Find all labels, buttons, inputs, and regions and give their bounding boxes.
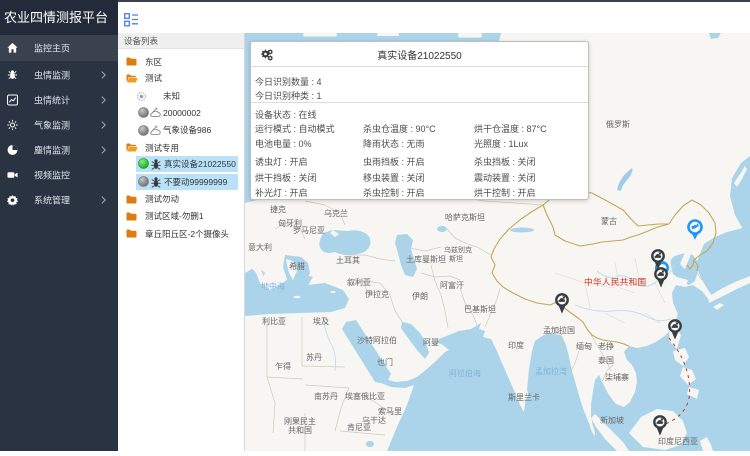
svg-text:新加坡: 新加坡 — [600, 415, 624, 425]
svg-text:意大利: 意大利 — [248, 242, 272, 252]
svg-text:阿拉伯海: 阿拉伯海 — [449, 368, 481, 378]
svg-text:柒埔寨: 柒埔寨 — [605, 372, 629, 382]
svg-text:蒙古: 蒙古 — [601, 216, 617, 226]
svg-text:南苏丹: 南苏丹 — [314, 391, 338, 401]
svg-text:泰国: 泰国 — [598, 355, 614, 365]
svg-text:刚果民主: 刚果民主 — [284, 416, 316, 426]
svg-text:缅甸: 缅甸 — [576, 341, 592, 351]
svg-text:哈萨克斯坦: 哈萨克斯坦 — [445, 212, 485, 222]
svg-text:伊朗: 伊朗 — [412, 291, 428, 301]
svg-text:乌克兰: 乌克兰 — [324, 208, 348, 218]
svg-text:巴基斯坦: 巴基斯坦 — [464, 304, 496, 314]
svg-text:土库曼斯坦: 土库曼斯坦 — [406, 254, 446, 264]
svg-text:中华人民共和国: 中华人民共和国 — [584, 276, 646, 287]
svg-text:乍得: 乍得 — [275, 361, 291, 371]
svg-text:印度: 印度 — [508, 340, 524, 350]
svg-text:沙特阿拉伯: 沙特阿拉伯 — [357, 335, 397, 345]
svg-text:孟加拉国: 孟加拉国 — [543, 325, 575, 335]
svg-text:乌兹别克: 乌兹别克 — [444, 245, 472, 254]
svg-text:罗马尼亚: 罗马尼亚 — [293, 226, 325, 235]
svg-text:孟加拉湾: 孟加拉湾 — [535, 366, 567, 376]
svg-text:苏丹: 苏丹 — [306, 352, 322, 362]
svg-text:叙利亚: 叙利亚 — [347, 277, 371, 287]
svg-text:共和国: 共和国 — [288, 426, 312, 435]
svg-text:阿曼: 阿曼 — [423, 338, 439, 347]
svg-text:土耳其: 土耳其 — [336, 255, 360, 265]
svg-text:俄罗斯: 俄罗斯 — [606, 119, 630, 129]
svg-text:肯尼亚: 肯尼亚 — [347, 422, 371, 432]
svg-text:希腊: 希腊 — [289, 261, 305, 271]
svg-text:伊拉克: 伊拉克 — [365, 289, 389, 299]
svg-text:埃塞俄比亚: 埃塞俄比亚 — [345, 391, 385, 401]
svg-text:老挣: 老挣 — [598, 341, 614, 351]
svg-text:斯坦: 斯坦 — [449, 254, 463, 263]
svg-text:地中海: 地中海 — [261, 281, 285, 291]
svg-text:埃及: 埃及 — [313, 316, 329, 326]
svg-text:印度尼西亚: 印度尼西亚 — [658, 436, 698, 446]
svg-text:捷克: 捷克 — [270, 204, 286, 214]
svg-text:利比亚: 利比亚 — [262, 316, 286, 326]
svg-text:阿富汗: 阿富汗 — [440, 280, 464, 290]
svg-text:索马里: 索马里 — [378, 406, 402, 416]
svg-text:斯里兰卡: 斯里兰卡 — [508, 392, 540, 402]
svg-text:也门: 也门 — [377, 357, 393, 367]
